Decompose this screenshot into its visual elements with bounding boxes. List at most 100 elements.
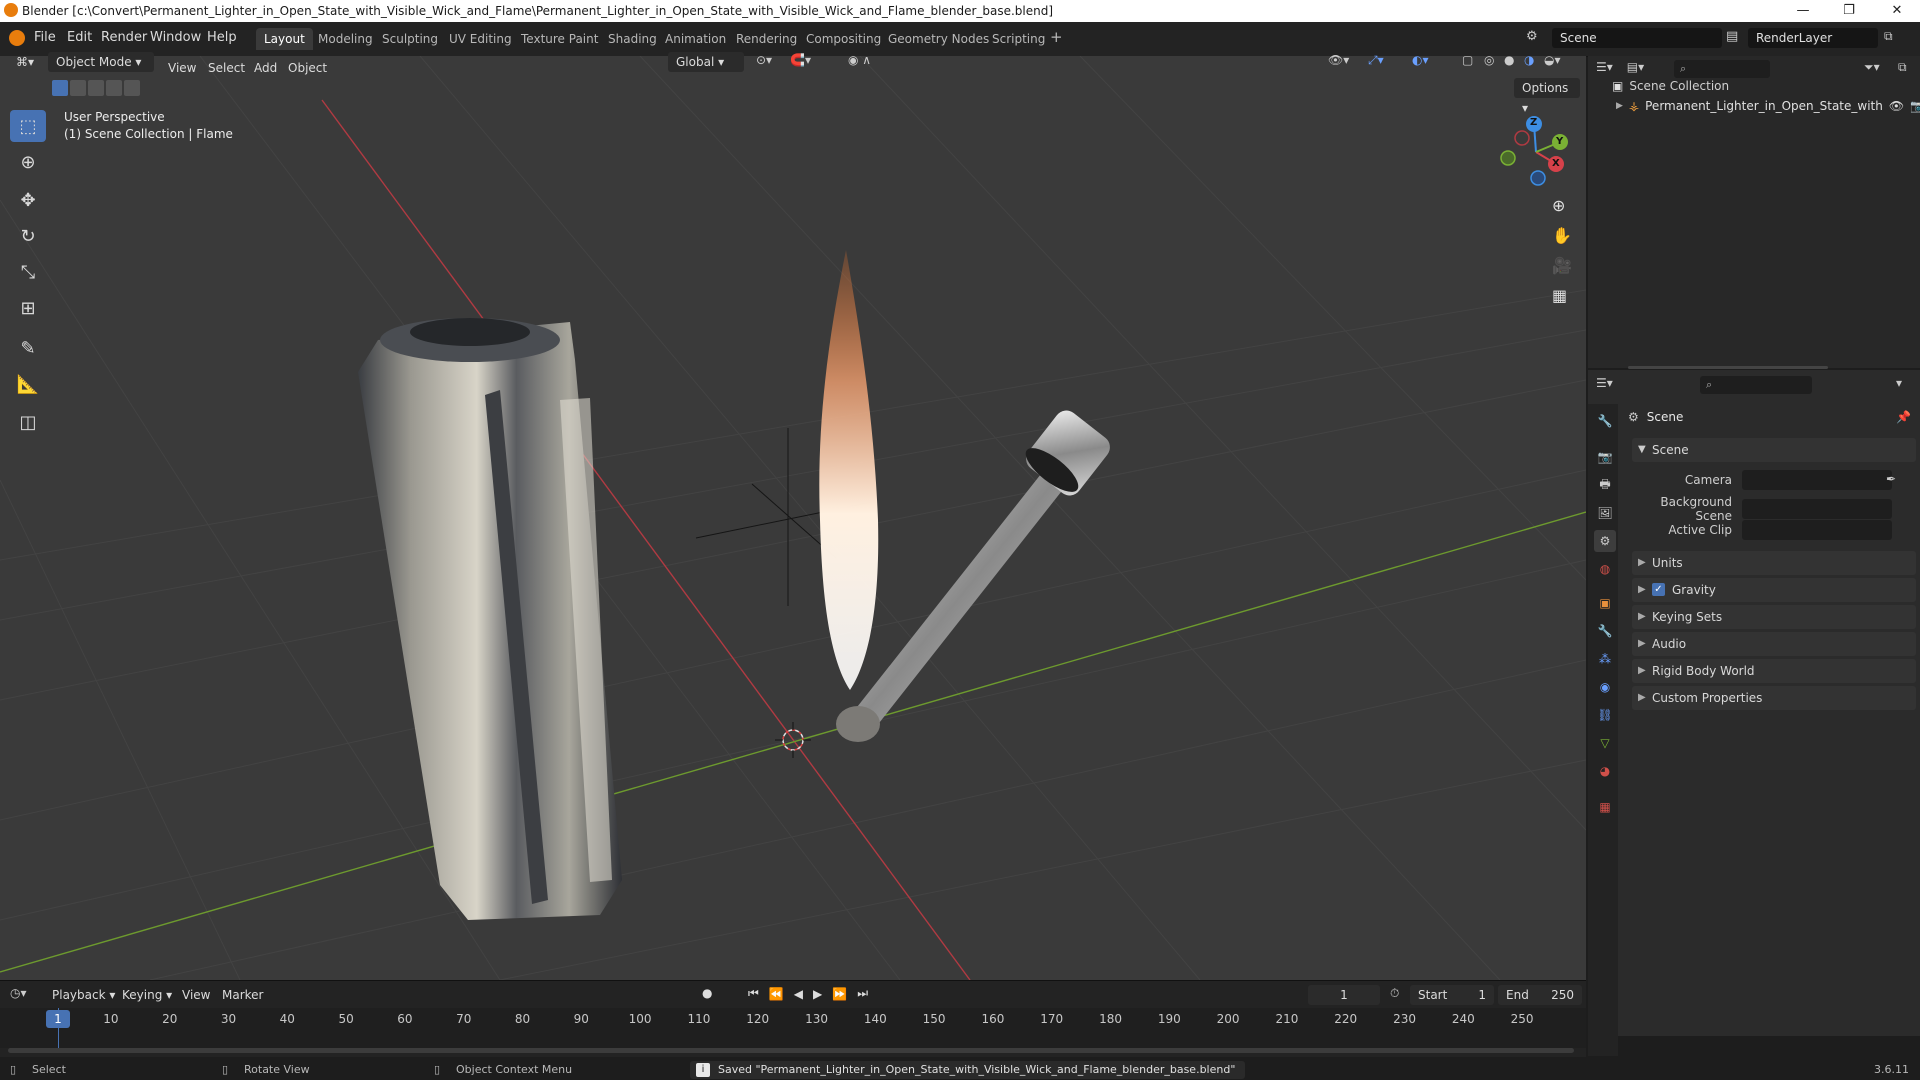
rigid-body-world-panel[interactable]: ▶ Rigid Body World [1632,659,1916,683]
playhead[interactable]: 1 [46,1010,70,1028]
blender-menu-icon[interactable] [9,30,25,46]
properties-search-input[interactable]: ⌕ [1700,376,1812,394]
cursor-tool-icon[interactable]: ⊕ [10,146,46,178]
wick-insert[interactable] [836,406,1115,742]
render-camera-icon[interactable]: 📷 [1910,99,1920,113]
timeline-menu-marker[interactable]: Marker [222,988,263,1002]
eyedropper-icon[interactable]: ✒ [1886,472,1896,486]
texture-tab-icon[interactable]: ▦ [1594,796,1616,818]
timeline-menu-keying[interactable]: Keying ▾ [122,988,172,1002]
menu-window[interactable]: Window [150,30,201,45]
viewport-menu-add[interactable]: Add [254,61,277,75]
shading-solid-icon[interactable]: ● [1504,53,1514,67]
tab-texture-paint[interactable]: Texture Paint [513,28,606,50]
rotate-tool-icon[interactable]: ↻ [10,220,46,252]
close-button[interactable]: ✕ [1874,0,1920,22]
menu-render[interactable]: Render [101,30,147,45]
world-tab-icon[interactable]: ◍ [1594,558,1616,580]
units-panel[interactable]: ▶ Units [1632,551,1916,575]
play-reverse-icon[interactable]: ◀ [794,987,803,1001]
shading-material-icon[interactable]: ◑ [1524,53,1534,67]
tab-shading[interactable]: Shading [600,28,665,50]
viewport-menu-view[interactable]: View [168,61,196,75]
gravity-panel[interactable]: ▶ ✓ Gravity [1632,578,1916,602]
view-layer-tab-icon[interactable]: 🖼 [1594,502,1616,524]
outliner-editor-type-icon[interactable]: ☰▾ [1596,60,1613,74]
audio-panel[interactable]: ▶ Audio [1632,632,1916,656]
perspective-toggle-icon[interactable]: ▦ [1552,286,1567,305]
object-tab-icon[interactable]: ▣ [1594,592,1616,614]
current-frame-field[interactable]: 1 [1308,985,1380,1005]
timeline-menu-view[interactable]: View [182,988,210,1002]
scene-selector[interactable]: Scene [1552,28,1722,48]
visibility-eye-icon[interactable]: 👁 [1889,99,1904,113]
use-preview-range-icon[interactable]: ⏱ [1390,986,1399,1001]
modifiers-tab-icon[interactable]: 🔧 [1594,620,1616,642]
timeline-menu-playback[interactable]: Playback ▾ [52,988,115,1002]
data-tab-icon[interactable]: ▽ [1594,732,1616,754]
outliner-scrollbar[interactable] [1628,366,1828,369]
overlay-toggle-icon[interactable]: ◐▾ [1412,53,1429,67]
shading-wireframe-icon[interactable]: ◎ [1484,53,1494,67]
flame[interactable] [819,250,879,690]
renderlayer-icon[interactable]: ▤ [1726,29,1738,44]
navigation-gizmo[interactable]: Z X Y [1496,112,1576,192]
measure-tool-icon[interactable]: 📐 [10,368,46,400]
render-tab-icon[interactable]: 📷 [1594,446,1616,468]
keying-sets-panel[interactable]: ▶ Keying Sets [1632,605,1916,629]
select-extend-icon[interactable] [70,80,86,96]
constraints-tab-icon[interactable]: ⛓ [1594,704,1616,726]
menu-edit[interactable]: Edit [67,30,92,45]
material-tab-icon[interactable]: ◕ [1594,760,1616,782]
tab-scripting[interactable]: Scripting [984,28,1053,50]
select-subtract-icon[interactable] [88,80,104,96]
new-collection-icon[interactable]: ⧉ [1898,60,1907,75]
tab-geometry-nodes[interactable]: Geometry Nodes [880,28,997,50]
background-scene-field[interactable] [1742,499,1892,519]
tab-compositing[interactable]: Compositing [798,28,889,50]
scene-section-header[interactable]: ▼ Scene [1632,438,1916,462]
viewport-menu-object[interactable]: Object [288,61,327,75]
scene-tab-icon[interactable]: ⚙ [1594,530,1616,552]
custom-properties-panel[interactable]: ▶ Custom Properties [1632,686,1916,710]
annotate-tool-icon[interactable]: ✎ [10,332,46,364]
tab-modeling[interactable]: Modeling [310,28,381,50]
snap-icon[interactable]: 🧲▾ [790,53,811,67]
xray-toggle-icon[interactable]: ▢ [1462,53,1473,67]
add-workspace-button[interactable]: + [1050,28,1063,46]
outliner-display-mode-icon[interactable]: ▤▾ [1627,60,1644,74]
scene-icon[interactable]: ⚙ [1526,29,1538,44]
menu-help[interactable]: Help [207,30,237,45]
menu-file[interactable]: File [34,30,56,45]
outliner-filter-icon[interactable]: ⏷▾ [1864,60,1880,75]
tool-tab-icon[interactable]: 🔧 [1594,410,1616,432]
gravity-checkbox[interactable]: ✓ [1652,583,1665,596]
start-frame-field[interactable]: Start 1 [1410,985,1494,1005]
select-invert-icon[interactable] [106,80,122,96]
properties-options-icon[interactable]: ▾ [1896,376,1902,390]
proportional-edit-icon[interactable]: ◉ ∧ [848,53,871,67]
properties-editor-type-icon[interactable]: ☰▾ [1596,376,1613,390]
active-clip-field[interactable] [1742,520,1892,540]
pan-hand-icon[interactable]: ✋ [1552,226,1572,245]
select-new-icon[interactable] [52,80,68,96]
jump-start-icon[interactable]: ⏮ [748,986,759,1001]
next-keyframe-icon[interactable]: ⏩ [832,987,847,1001]
tab-sculpting[interactable]: Sculpting [374,28,446,50]
editor-type-button[interactable]: ⌘▾ [8,52,44,72]
physics-tab-icon[interactable]: ◉ [1594,676,1616,698]
minimize-button[interactable]: — [1780,0,1826,22]
scale-tool-icon[interactable]: ⤡ [10,256,46,288]
new-renderlayer-icon[interactable]: ⧉ [1884,29,1893,44]
viewport-menu-select[interactable]: Select [208,61,245,75]
move-tool-icon[interactable]: ✥ [10,184,46,216]
object-mode-dropdown[interactable]: Object Mode ▾ [48,52,154,72]
outliner-search-input[interactable]: ⌕ [1674,60,1770,78]
pin-icon[interactable]: 📌 [1896,410,1911,424]
outliner-item-row[interactable]: ▶ ⚶ Permanent_Lighter_in_Open_State_with… [1616,99,1920,113]
3d-viewport[interactable] [0,56,1586,980]
tab-layout[interactable]: Layout [256,28,313,50]
auto-keying-icon[interactable]: ● [702,986,712,1000]
output-tab-icon[interactable]: 🖶 [1594,474,1616,496]
tab-uv-editing[interactable]: UV Editing [441,28,520,50]
